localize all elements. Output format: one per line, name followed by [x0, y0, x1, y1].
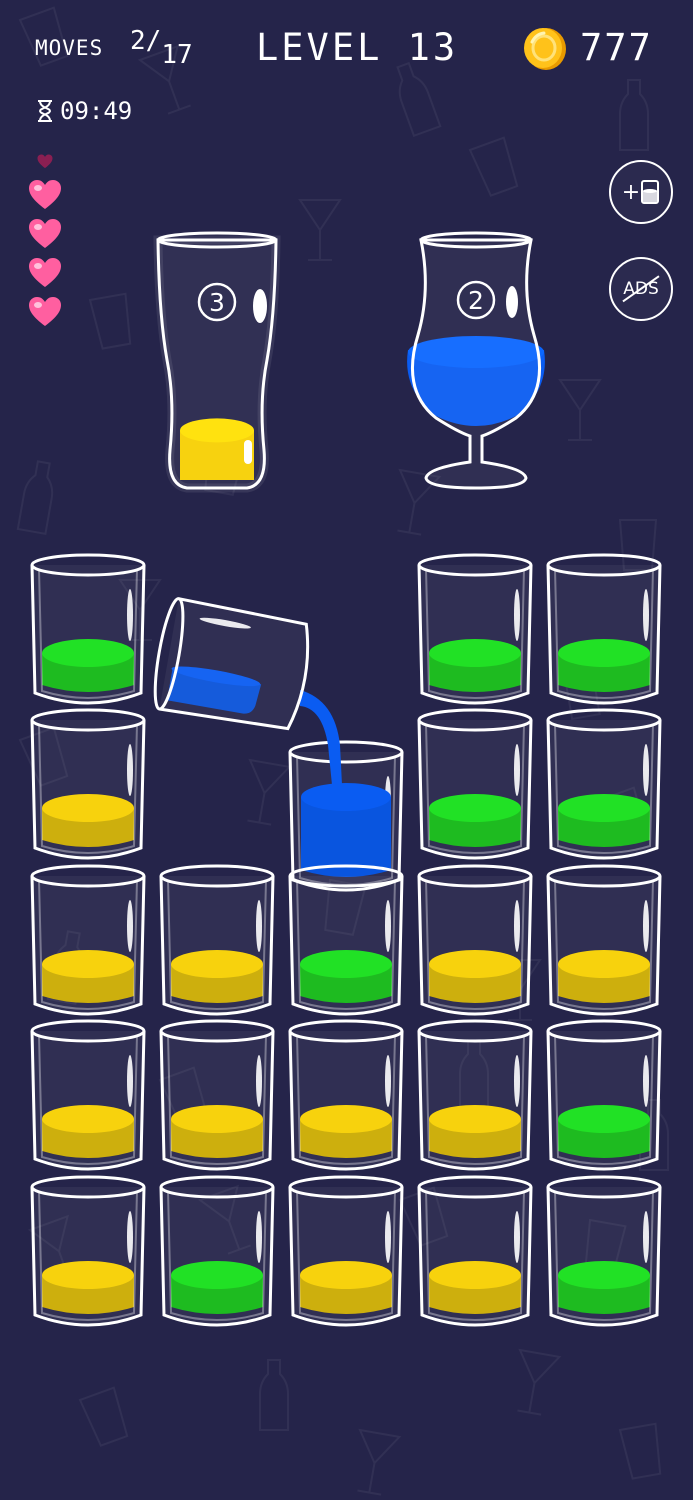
cup-r1-c0[interactable] — [30, 708, 146, 860]
pouring-cup[interactable] — [149, 597, 314, 733]
cup-r2-c4[interactable] — [546, 864, 662, 1016]
cup-r4-c2[interactable] — [288, 1175, 404, 1327]
cup-r4-c1[interactable] — [159, 1175, 275, 1327]
liquid-surface — [301, 783, 391, 811]
game-board: 32 — [30, 231, 662, 1327]
cup-r3-c3[interactable] — [417, 1019, 533, 1171]
cup-r4-c0[interactable] — [30, 1175, 146, 1327]
cup-r2-c1[interactable] — [159, 864, 275, 1016]
cup-r2-c3[interactable] — [417, 864, 533, 1016]
goal-count: 3 — [209, 288, 225, 317]
cup-r1-c4[interactable] — [546, 708, 662, 860]
cup-r2-c2[interactable] — [288, 864, 404, 1016]
tulip-goal-glass: 2 — [407, 231, 545, 490]
cup-r2-c0[interactable] — [30, 864, 146, 1016]
cup-r4-c3[interactable] — [417, 1175, 533, 1327]
cup-r0-c3[interactable] — [417, 553, 533, 705]
pint-goal-glass: 3 — [153, 231, 281, 493]
cup-r0-c0[interactable] — [30, 553, 146, 705]
cup-r4-c4[interactable] — [546, 1175, 662, 1327]
goal-count: 2 — [468, 286, 484, 315]
cup-r1-c3[interactable] — [417, 708, 533, 860]
cup-r0-c4[interactable] — [546, 553, 662, 705]
cup-r3-c4[interactable] — [546, 1019, 662, 1171]
cup-r3-c1[interactable] — [159, 1019, 275, 1171]
cup-r3-c2[interactable] — [288, 1019, 404, 1171]
cup-r3-c0[interactable] — [30, 1019, 146, 1171]
cup-r1-c2[interactable] — [288, 690, 404, 892]
